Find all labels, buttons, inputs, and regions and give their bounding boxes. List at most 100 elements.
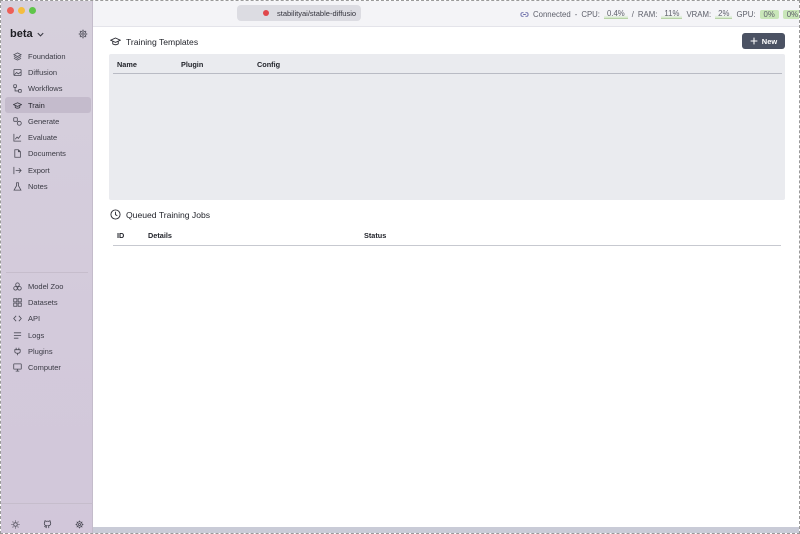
datasets-icon xyxy=(13,298,22,307)
sidebar-item-label: API xyxy=(28,314,41,324)
jobs-table-header: ID Details Status xyxy=(113,226,781,246)
cpu-label: CPU: xyxy=(581,9,600,19)
sidebar-item-logs[interactable]: Logs xyxy=(5,327,91,343)
github-icon[interactable] xyxy=(43,520,52,529)
model-zoo-icon xyxy=(13,282,22,291)
column-name[interactable]: Name xyxy=(117,60,137,69)
graduation-cap-icon xyxy=(13,101,22,109)
section-title: Training Templates xyxy=(126,36,199,47)
sidebar-item-api[interactable]: API xyxy=(5,311,91,327)
sidebar-item-label: Train xyxy=(28,100,45,110)
gear-icon[interactable] xyxy=(78,29,88,39)
sidebar-item-foundation[interactable]: Foundation xyxy=(5,48,91,64)
sidebar-item-label: Datasets xyxy=(28,297,58,307)
section-title: Queued Training Jobs xyxy=(126,209,211,220)
sidebar-footer xyxy=(1,503,93,533)
recording-indicator xyxy=(263,10,269,16)
ram-label: RAM: xyxy=(637,9,658,19)
sidebar-divider xyxy=(6,272,88,273)
templates-table: Name Plugin Config xyxy=(109,54,785,200)
image-icon xyxy=(13,68,22,76)
main-content: Training Templates New Name Plugin Confi… xyxy=(93,27,799,527)
model-name: stabilityai/stable-diffusio xyxy=(277,8,357,18)
brand-switcher[interactable]: beta xyxy=(10,28,45,40)
sidebar-item-label: Foundation xyxy=(28,51,66,61)
sidebar-item-label: Computer xyxy=(28,363,61,373)
gpu-value: 0% xyxy=(759,9,779,19)
sidebar: beta Foundation Diffusion Workflows Trai… xyxy=(1,1,93,533)
logs-icon xyxy=(13,331,22,339)
ram-value: 11% xyxy=(661,9,683,19)
column-id[interactable]: ID xyxy=(117,231,124,240)
gpu-label: GPU: xyxy=(736,9,756,19)
sun-icon[interactable] xyxy=(11,520,20,529)
sidebar-item-label: Model Zoo xyxy=(28,281,64,291)
connection-status: Connected xyxy=(533,9,571,19)
sidebar-item-label: Workflows xyxy=(28,84,63,94)
layers-icon xyxy=(13,52,22,61)
link-icon xyxy=(520,11,529,17)
sidebar-item-notes[interactable]: Notes xyxy=(5,178,91,194)
sidebar-item-plugins[interactable]: Plugins xyxy=(5,343,91,359)
sidebar-item-evaluate[interactable]: Evaluate xyxy=(5,129,91,145)
plug-icon xyxy=(14,347,21,356)
zoom-window-button[interactable] xyxy=(29,7,36,14)
system-status: Connected - CPU: 0.4% / RAM: 11% VRAM: 2… xyxy=(520,9,799,19)
secondary-nav: Model Zoo Datasets API Logs Plugins Comp… xyxy=(5,278,91,376)
separator: - xyxy=(574,9,578,19)
new-template-button[interactable]: New xyxy=(742,33,785,49)
code-icon xyxy=(13,315,22,322)
sidebar-item-label: Evaluate xyxy=(28,133,58,143)
monitor-icon xyxy=(13,363,22,372)
chevron-down-icon xyxy=(37,32,44,37)
sidebar-item-label: Generate xyxy=(28,116,60,126)
clock-icon xyxy=(110,209,121,220)
model-selector[interactable]: stabilityai/stable-diffusio xyxy=(237,5,361,21)
table-header: Name Plugin Config xyxy=(113,54,782,74)
vram-label: VRAM: xyxy=(686,9,712,19)
graduation-cap-icon xyxy=(110,37,121,46)
column-details[interactable]: Details xyxy=(148,231,172,240)
flask-icon xyxy=(13,182,22,191)
status-strip xyxy=(93,527,799,533)
cpu-value: 0.4% xyxy=(603,9,628,19)
generate-icon xyxy=(13,117,22,126)
vram-value: 2% xyxy=(715,9,733,19)
separator: / xyxy=(631,9,634,19)
document-icon xyxy=(14,149,21,159)
sidebar-item-train[interactable]: Train xyxy=(5,96,91,114)
sidebar-item-generate[interactable]: Generate xyxy=(5,113,91,129)
sidebar-item-label: Logs xyxy=(28,330,45,340)
traffic-lights xyxy=(7,7,36,14)
export-icon xyxy=(13,166,22,174)
sidebar-item-label: Export xyxy=(28,165,50,175)
plus-icon xyxy=(750,37,758,45)
sidebar-item-documents[interactable]: Documents xyxy=(5,146,91,162)
top-bar: stabilityai/stable-diffusio Connected - … xyxy=(93,1,799,27)
sidebar-item-label: Documents xyxy=(28,149,66,159)
minimize-window-button[interactable] xyxy=(18,7,25,14)
column-status[interactable]: Status xyxy=(364,231,386,240)
sidebar-item-diffusion[interactable]: Diffusion xyxy=(5,64,91,80)
gpu-value: 0% xyxy=(782,9,799,19)
sidebar-item-datasets[interactable]: Datasets xyxy=(5,294,91,310)
queued-jobs-header: Queued Training Jobs xyxy=(110,209,210,220)
sidebar-item-label: Diffusion xyxy=(28,67,58,77)
sidebar-item-workflows[interactable]: Workflows xyxy=(5,81,91,97)
sidebar-item-label: Notes xyxy=(28,182,48,192)
sidebar-item-label: Plugins xyxy=(28,346,53,356)
settings-icon[interactable] xyxy=(75,520,84,529)
workflow-icon xyxy=(13,84,22,93)
new-button-label: New xyxy=(761,36,778,46)
chart-icon xyxy=(13,134,22,142)
sidebar-item-computer[interactable]: Computer xyxy=(5,359,91,375)
sidebar-item-model-zoo[interactable]: Model Zoo xyxy=(5,278,91,294)
primary-nav: Foundation Diffusion Workflows Train Gen… xyxy=(5,48,91,195)
brand-label: beta xyxy=(10,28,33,40)
column-config[interactable]: Config xyxy=(257,60,280,69)
close-window-button[interactable] xyxy=(7,7,14,14)
app-window: beta Foundation Diffusion Workflows Trai… xyxy=(0,0,800,534)
training-templates-header: Training Templates xyxy=(110,36,198,47)
sidebar-item-export[interactable]: Export xyxy=(5,162,91,178)
column-plugin[interactable]: Plugin xyxy=(181,60,203,69)
